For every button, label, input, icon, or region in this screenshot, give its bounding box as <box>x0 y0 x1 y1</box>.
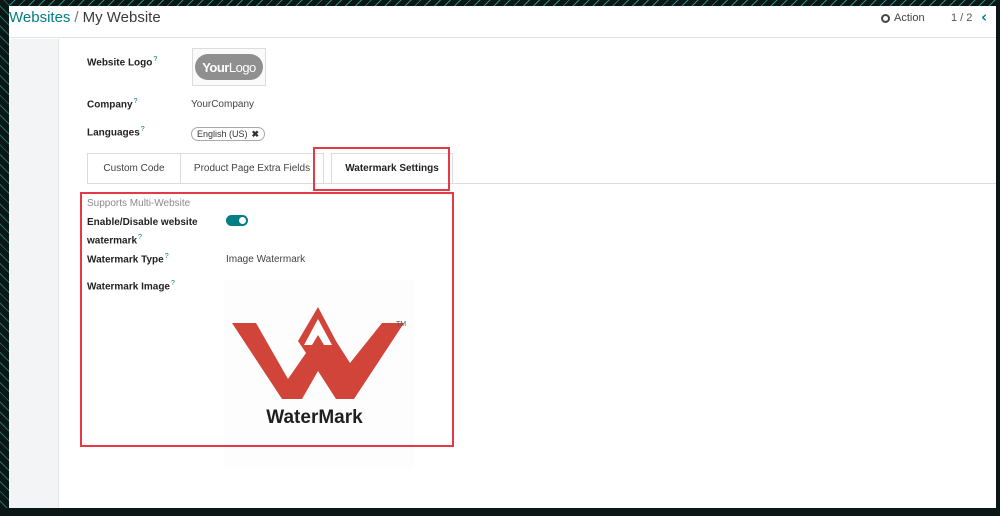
highlight-box-panel <box>80 192 454 447</box>
tab-custom-code[interactable]: Custom Code <box>87 153 181 183</box>
company-field[interactable]: YourCompany <box>191 99 254 110</box>
languages-label-text: Languages <box>87 127 140 139</box>
help-icon[interactable]: ? <box>141 126 145 133</box>
company-label: Company? <box>87 98 137 110</box>
help-icon[interactable]: ? <box>134 98 138 105</box>
gear-icon <box>881 13 890 23</box>
tabs-divider <box>87 183 996 184</box>
control-panel: Websites / My Website Action 1 / 2 ‹ <box>9 6 996 38</box>
language-tag[interactable]: English (US) ✖ <box>191 127 266 141</box>
language-tag-label: English (US) <box>197 129 248 139</box>
logo-text-bold: Your <box>202 59 229 75</box>
action-label: Action <box>894 12 925 24</box>
remove-tag-icon[interactable]: ✖ <box>252 129 260 140</box>
website-logo-label: Website Logo? <box>87 56 157 68</box>
chevron-left-icon[interactable]: ‹ <box>981 8 987 26</box>
app-window: Websites / My Website Action 1 / 2 ‹ Websi… <box>9 6 996 508</box>
website-logo-label-text: Website Logo <box>87 57 153 69</box>
left-gutter <box>9 39 59 508</box>
decorative-frame-left <box>0 0 9 516</box>
breadcrumb: Websites / My Website <box>9 9 161 26</box>
breadcrumb-current: My Website <box>82 9 161 26</box>
pager-value[interactable]: 1 / 2 <box>951 12 972 24</box>
breadcrumb-websites-link[interactable]: Websites <box>9 9 70 26</box>
action-button[interactable]: Action <box>881 12 925 24</box>
website-logo-image[interactable]: Your Logo <box>192 48 266 86</box>
languages-label: Languages? <box>87 126 145 138</box>
tab-product-page-extra-fields[interactable]: Product Page Extra Fields <box>180 153 324 183</box>
decorative-frame-bottom <box>0 508 1000 516</box>
form-sheet: Website Logo? Your Logo Company? YourComp… <box>60 39 996 508</box>
company-label-text: Company <box>87 99 133 111</box>
breadcrumb-separator: / <box>74 9 79 26</box>
highlight-box-tab <box>313 147 450 191</box>
help-icon[interactable]: ? <box>153 56 157 63</box>
logo-text-rest: Logo <box>228 59 256 75</box>
your-logo-graphic: Your Logo <box>195 54 263 80</box>
decorative-frame-right <box>996 0 1000 516</box>
